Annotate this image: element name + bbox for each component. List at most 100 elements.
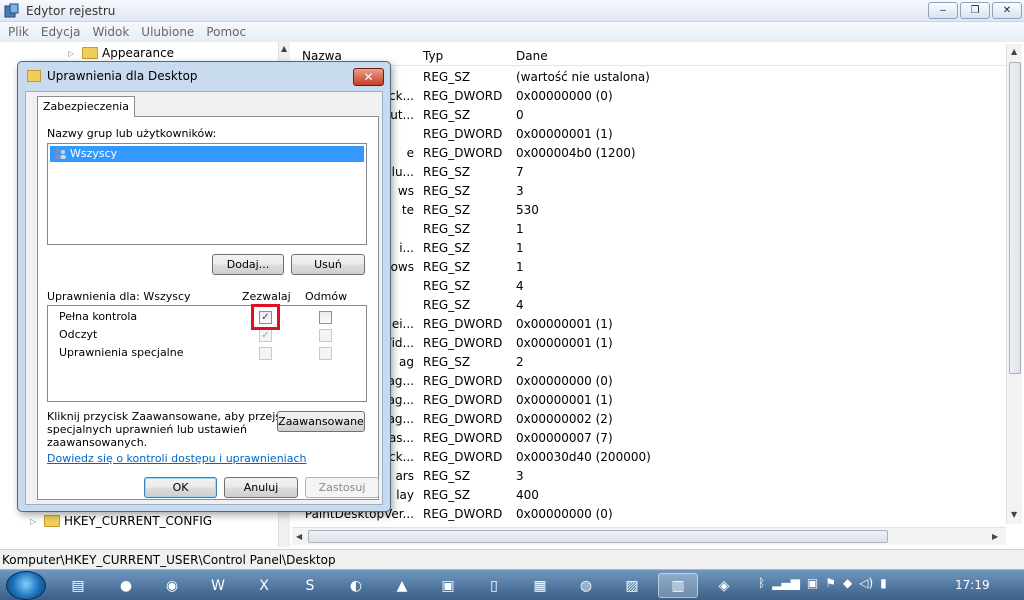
clock[interactable]: 17:19 bbox=[955, 578, 990, 592]
table-row[interactable]: REG_SZ 1 bbox=[292, 220, 1006, 239]
group-item-everyone[interactable]: Wszyscy bbox=[50, 146, 364, 162]
status-bar: Komputer\HKEY_CURRENT_USER\Control Panel… bbox=[0, 549, 1024, 569]
scroll-right-icon[interactable]: ▶ bbox=[992, 532, 998, 541]
allow-checkbox[interactable] bbox=[259, 347, 272, 360]
table-row[interactable]: REG_SZ (wartość nie ustalona) bbox=[292, 68, 1006, 87]
bluetooth-icon[interactable]: ᛒ bbox=[758, 576, 765, 590]
menu-file[interactable]: Plik bbox=[2, 22, 35, 42]
menu-favorites[interactable]: Ulubione bbox=[135, 22, 200, 42]
advanced-text-line-2: specjalnych uprawnień lub ustawień bbox=[47, 423, 247, 436]
table-row[interactable]: REG_SZ 4 bbox=[292, 277, 1006, 296]
dialog-title-bar[interactable]: Uprawnienia dla Desktop ✕ bbox=[18, 62, 390, 90]
calculator-icon[interactable]: ▦ bbox=[520, 573, 560, 598]
chrome-icon[interactable]: ◉ bbox=[152, 573, 192, 598]
ok-button[interactable]: OK bbox=[144, 477, 217, 498]
table-row[interactable]: ck... REG_DWORD 0x00030d40 (200000) bbox=[292, 448, 1006, 467]
table-row[interactable]: te REG_SZ 530 bbox=[292, 201, 1006, 220]
signal-icon[interactable]: ▂▄▆ bbox=[772, 576, 800, 590]
app-icon[interactable]: ◐ bbox=[336, 573, 376, 598]
menu-view[interactable]: Widok bbox=[86, 22, 135, 42]
taskbar: ▤ ● ◉ W X S ◐ ▲ ▣ ▯ ▦ ◍ ▨ ▥ ◈ ᛒ ▂▄▆ ▣ ⚑ … bbox=[0, 569, 1024, 600]
table-row[interactable]: Vid... REG_DWORD 0x00000001 (1) bbox=[292, 334, 1006, 353]
table-row[interactable]: ag... REG_DWORD 0x00000000 (0) bbox=[292, 372, 1006, 391]
regedit-taskbar-icon[interactable]: ▥ bbox=[658, 573, 698, 598]
table-row[interactable]: lay REG_SZ 400 bbox=[292, 486, 1006, 505]
power-icon[interactable]: ▮ bbox=[880, 576, 887, 590]
notepad-icon[interactable]: ▯ bbox=[474, 573, 514, 598]
column-type-header[interactable]: Typ bbox=[423, 49, 443, 63]
dialog-close-button[interactable]: ✕ bbox=[353, 68, 384, 86]
explorer-icon[interactable]: ▤ bbox=[58, 573, 98, 598]
word-icon[interactable]: W bbox=[198, 573, 238, 598]
scroll-down-icon[interactable]: ▼ bbox=[1011, 510, 1017, 519]
scroll-thumb[interactable] bbox=[308, 530, 888, 543]
tab-security[interactable]: Zabezpieczenia bbox=[37, 96, 135, 117]
table-row[interactable]: ut... REG_SZ 0 bbox=[292, 106, 1006, 125]
deny-checkbox[interactable] bbox=[319, 311, 332, 324]
values-list[interactable]: Nazwa Typ Dane REG_SZ (wartość nie ustalo… bbox=[292, 42, 1024, 527]
tree-item-appearance[interactable]: ▷ Appearance bbox=[68, 44, 174, 62]
table-row[interactable]: i... REG_SZ 1 bbox=[292, 239, 1006, 258]
permissions-dialog: Uprawnienia dla Desktop ✕ Zabezpieczenia… bbox=[17, 61, 391, 512]
firefox-icon[interactable]: ● bbox=[106, 573, 146, 598]
advanced-button[interactable]: Zaawansowane bbox=[277, 411, 365, 432]
menu-edit[interactable]: Edycja bbox=[35, 22, 87, 42]
table-row[interactable]: ag... REG_DWORD 0x00000001 (1) bbox=[292, 391, 1006, 410]
app-icon[interactable]: ▣ bbox=[428, 573, 468, 598]
value-data: 1 bbox=[516, 222, 524, 236]
globe-icon[interactable]: ◍ bbox=[566, 573, 606, 598]
table-row[interactable]: ei... REG_DWORD 0x00000001 (1) bbox=[292, 315, 1006, 334]
remove-button[interactable]: Usuń bbox=[291, 254, 365, 275]
groups-listbox[interactable]: Wszyscy bbox=[47, 143, 367, 245]
scroll-thumb[interactable] bbox=[1009, 62, 1021, 374]
start-button[interactable] bbox=[6, 571, 46, 600]
column-data-header[interactable]: Dane bbox=[516, 49, 548, 63]
expand-arrow-icon[interactable]: ▷ bbox=[68, 49, 78, 58]
app-icon[interactable]: ◈ bbox=[704, 573, 744, 598]
table-row[interactable]: ws REG_SZ 3 bbox=[292, 182, 1006, 201]
volume-icon[interactable]: ◁) bbox=[859, 576, 873, 590]
value-data: 0x00000001 (1) bbox=[516, 336, 613, 350]
table-row[interactable]: ck... REG_DWORD 0x00000000 (0) bbox=[292, 87, 1006, 106]
maximize-button[interactable]: ❐ bbox=[960, 2, 990, 19]
scroll-left-icon[interactable]: ◀ bbox=[296, 532, 302, 541]
app-icon[interactable]: ▨ bbox=[612, 573, 652, 598]
access-control-help-link[interactable]: Dowiedz się o kontroli dostępu i uprawni… bbox=[47, 452, 307, 465]
minimize-button[interactable]: ‒ bbox=[928, 2, 958, 19]
table-row[interactable]: REG_SZ 4 bbox=[292, 296, 1006, 315]
table-row[interactable]: e REG_DWORD 0x000004b0 (1200) bbox=[292, 144, 1006, 163]
vertical-scrollbar[interactable]: ▲ ▼ bbox=[1006, 44, 1022, 524]
table-row[interactable]: as... REG_DWORD 0x00000007 (7) bbox=[292, 429, 1006, 448]
apply-button[interactable]: Zastosuj bbox=[305, 477, 379, 498]
app-icon[interactable]: ▲ bbox=[382, 573, 422, 598]
tree-item-hkey-current-config[interactable]: ▷ HKEY_CURRENT_CONFIG bbox=[30, 512, 212, 530]
shield-icon[interactable]: ◆ bbox=[843, 576, 852, 590]
table-row[interactable]: ag REG_SZ 2 bbox=[292, 353, 1006, 372]
table-row[interactable]: PaintDesktopVer... REG_DWORD 0x00000000 (0… bbox=[292, 505, 1006, 524]
table-row[interactable]: ag... REG_DWORD 0x00000002 (2) bbox=[292, 410, 1006, 429]
table-row[interactable]: REG_DWORD 0x00000001 (1) bbox=[292, 125, 1006, 144]
horizontal-scrollbar[interactable]: ◀ ▶ bbox=[292, 527, 1006, 545]
allow-checkbox[interactable]: ✓ bbox=[259, 329, 272, 342]
flag-icon[interactable]: ⚑ bbox=[825, 576, 836, 590]
tree-item-label: HKEY_CURRENT_CONFIG bbox=[64, 514, 213, 528]
excel-icon[interactable]: X bbox=[244, 573, 284, 598]
network-icon[interactable]: ▣ bbox=[807, 576, 818, 590]
table-row[interactable]: lu... REG_SZ 7 bbox=[292, 163, 1006, 182]
list-header: Nazwa Typ Dane bbox=[292, 46, 1006, 66]
table-row[interactable]: ars REG_SZ 3 bbox=[292, 467, 1006, 486]
scroll-up-icon[interactable]: ▲ bbox=[1011, 47, 1017, 56]
value-type: REG_SZ bbox=[423, 298, 471, 312]
menu-help[interactable]: Pomoc bbox=[200, 22, 252, 42]
deny-checkbox[interactable] bbox=[319, 347, 332, 360]
advanced-text-line-3: zaawansowanych. bbox=[47, 436, 148, 449]
add-button[interactable]: Dodaj... bbox=[212, 254, 284, 275]
deny-checkbox[interactable] bbox=[319, 329, 332, 342]
expand-arrow-icon[interactable]: ▷ bbox=[30, 517, 40, 526]
cancel-button[interactable]: Anuluj bbox=[224, 477, 298, 498]
scroll-up-icon[interactable]: ▲ bbox=[281, 44, 287, 53]
skype-icon[interactable]: S bbox=[290, 573, 330, 598]
close-button[interactable]: ✕ bbox=[992, 2, 1022, 19]
table-row[interactable]: ows REG_SZ 1 bbox=[292, 258, 1006, 277]
security-panel: Nazwy grup lub użytkowników: Wszyscy Dod… bbox=[37, 116, 379, 500]
